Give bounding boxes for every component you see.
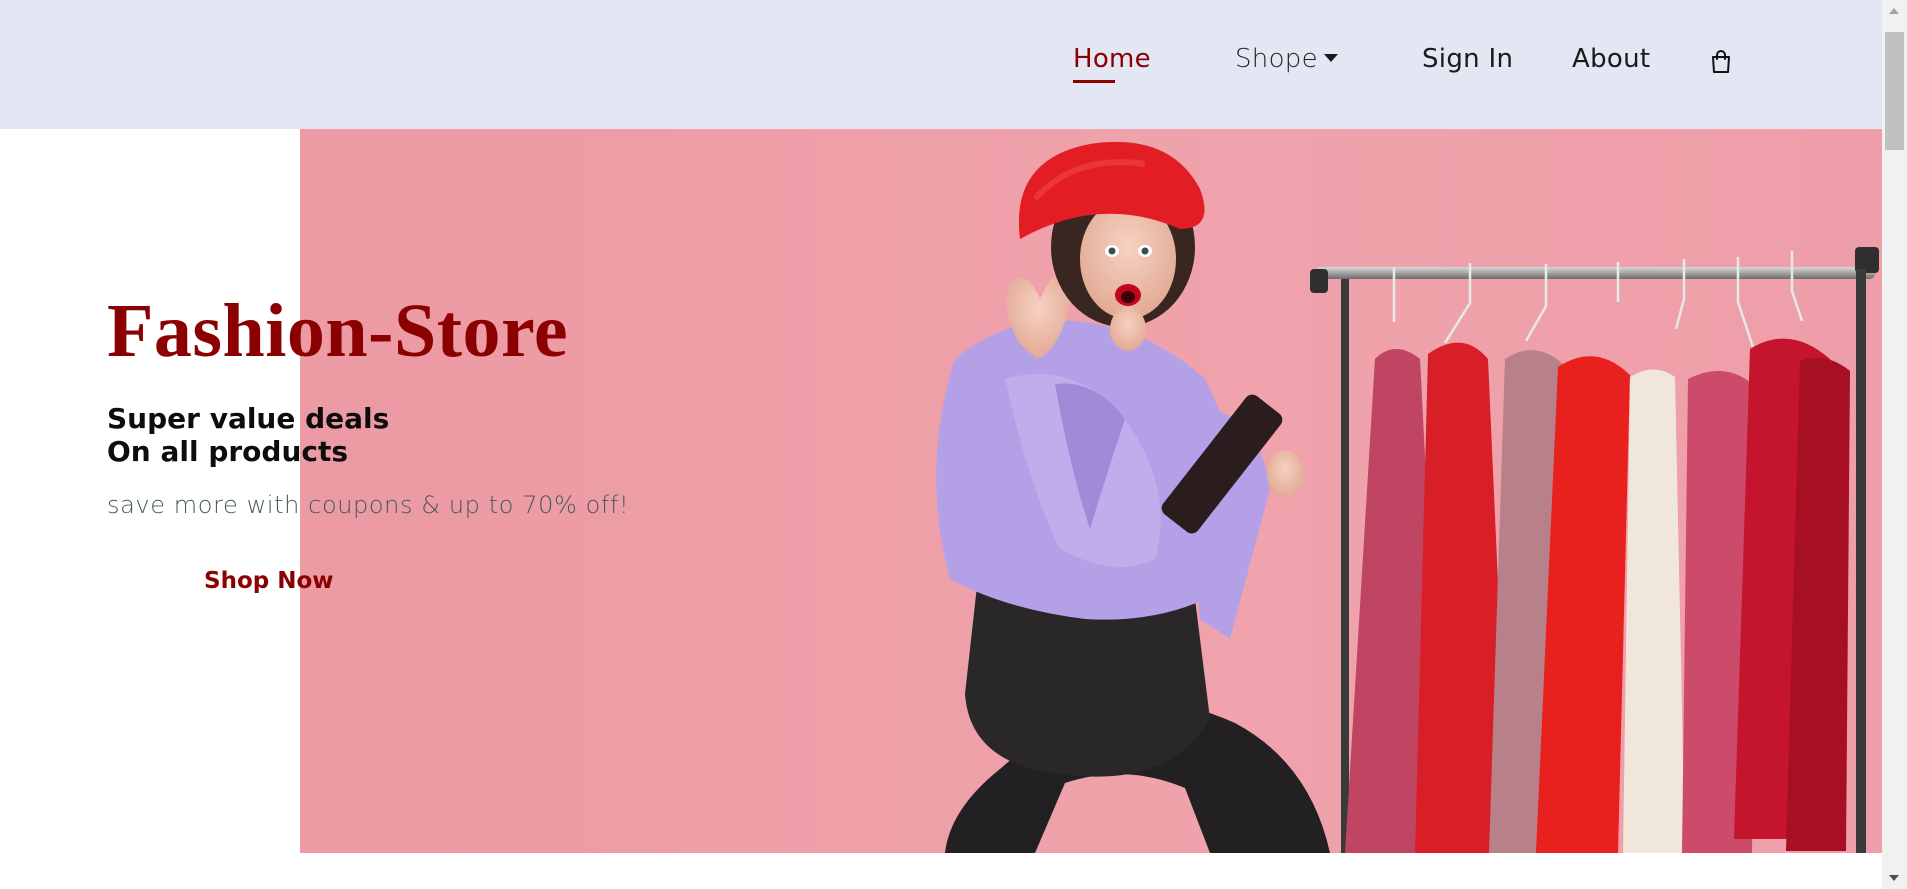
shopping-bag-icon[interactable] <box>1710 50 1732 74</box>
vertical-scrollbar[interactable] <box>1882 0 1907 889</box>
scroll-down-arrow-icon[interactable] <box>1889 875 1899 881</box>
hero-subtitle-line-2: On all products <box>107 435 349 468</box>
nav-sign-in-link[interactable]: Sign In <box>1422 44 1513 74</box>
nav-active-underline <box>1073 80 1115 83</box>
scroll-up-arrow-icon[interactable] <box>1889 8 1899 14</box>
nav-about-link[interactable]: About <box>1572 44 1650 74</box>
hero-subtitle: Super value deals On all products <box>107 402 389 468</box>
scrollbar-thumb[interactable] <box>1885 32 1904 150</box>
shop-now-button[interactable]: Shop Now <box>204 568 334 594</box>
hero-subtitle-line-1: Super value deals <box>107 402 390 435</box>
nav-shope-link[interactable]: Shope <box>1235 44 1338 74</box>
caret-down-icon <box>1323 53 1338 62</box>
site-header: Home Shope Sign In About <box>0 0 1882 129</box>
nav-home-link[interactable]: Home <box>1073 44 1151 74</box>
hero-title: Fashion-Store <box>107 289 569 373</box>
page: Home Shope Sign In About Fashion-Store S… <box>0 0 1907 889</box>
nav-shope-label: Shope <box>1235 44 1318 74</box>
hero-coupon-note: save more with coupons & up to 70% off! <box>107 491 630 519</box>
